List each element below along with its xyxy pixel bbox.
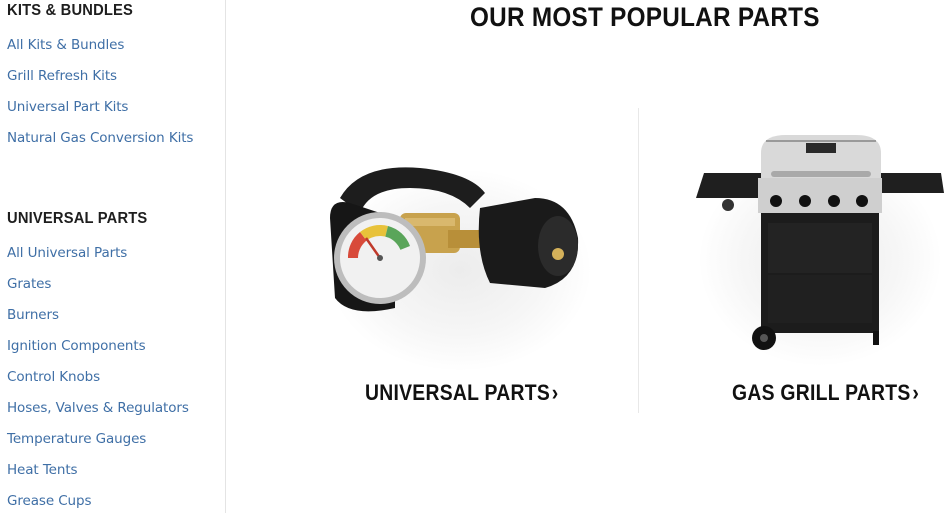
link-hoses-valves-regulators[interactable]: Hoses, Valves & Regulators [7,400,189,416]
link-natural-gas-conversion-kits[interactable]: Natural Gas Conversion Kits [7,130,193,146]
gas-grill-parts-label: GAS GRILL PARTS [732,380,911,405]
link-grill-refresh-kits[interactable]: Grill Refresh Kits [7,68,117,84]
universal-parts-link[interactable]: UNIVERSAL PARTS› [365,380,559,406]
link-grates[interactable]: Grates [7,276,51,292]
sidebar-nav: KITS & BUNDLES All Kits & Bundles Grill … [0,0,226,513]
kits-bundles-heading: KITS & BUNDLES [7,2,134,19]
gas-grill-parts-tile[interactable]: GAS GRILL PARTS› [680,125,947,420]
link-burners[interactable]: Burners [7,307,59,323]
universal-parts-tile[interactable]: UNIVERSAL PARTS› [300,130,620,420]
gas-grill-parts-link[interactable]: GAS GRILL PARTS› [732,380,919,406]
link-all-universal-parts[interactable]: All Universal Parts [7,245,127,261]
link-heat-tents[interactable]: Heat Tents [7,462,78,478]
chevron-right-icon: › [551,380,559,405]
propane-gauge-adapter-image [330,167,579,312]
page-title: OUR MOST POPULAR PARTS [470,2,820,32]
link-all-kits-bundles[interactable]: All Kits & Bundles [7,37,124,53]
link-grease-cups[interactable]: Grease Cups [7,493,92,509]
link-control-knobs[interactable]: Control Knobs [7,369,100,385]
link-ignition-components[interactable]: Ignition Components [7,338,146,354]
link-temperature-gauges[interactable]: Temperature Gauges [7,431,146,447]
link-universal-part-kits[interactable]: Universal Part Kits [7,99,128,115]
universal-parts-heading: UNIVERSAL PARTS [7,210,148,227]
tile-divider [638,108,639,413]
chevron-right-icon: › [912,380,920,405]
gas-grill-image [696,135,944,350]
universal-parts-label: UNIVERSAL PARTS [365,380,551,405]
